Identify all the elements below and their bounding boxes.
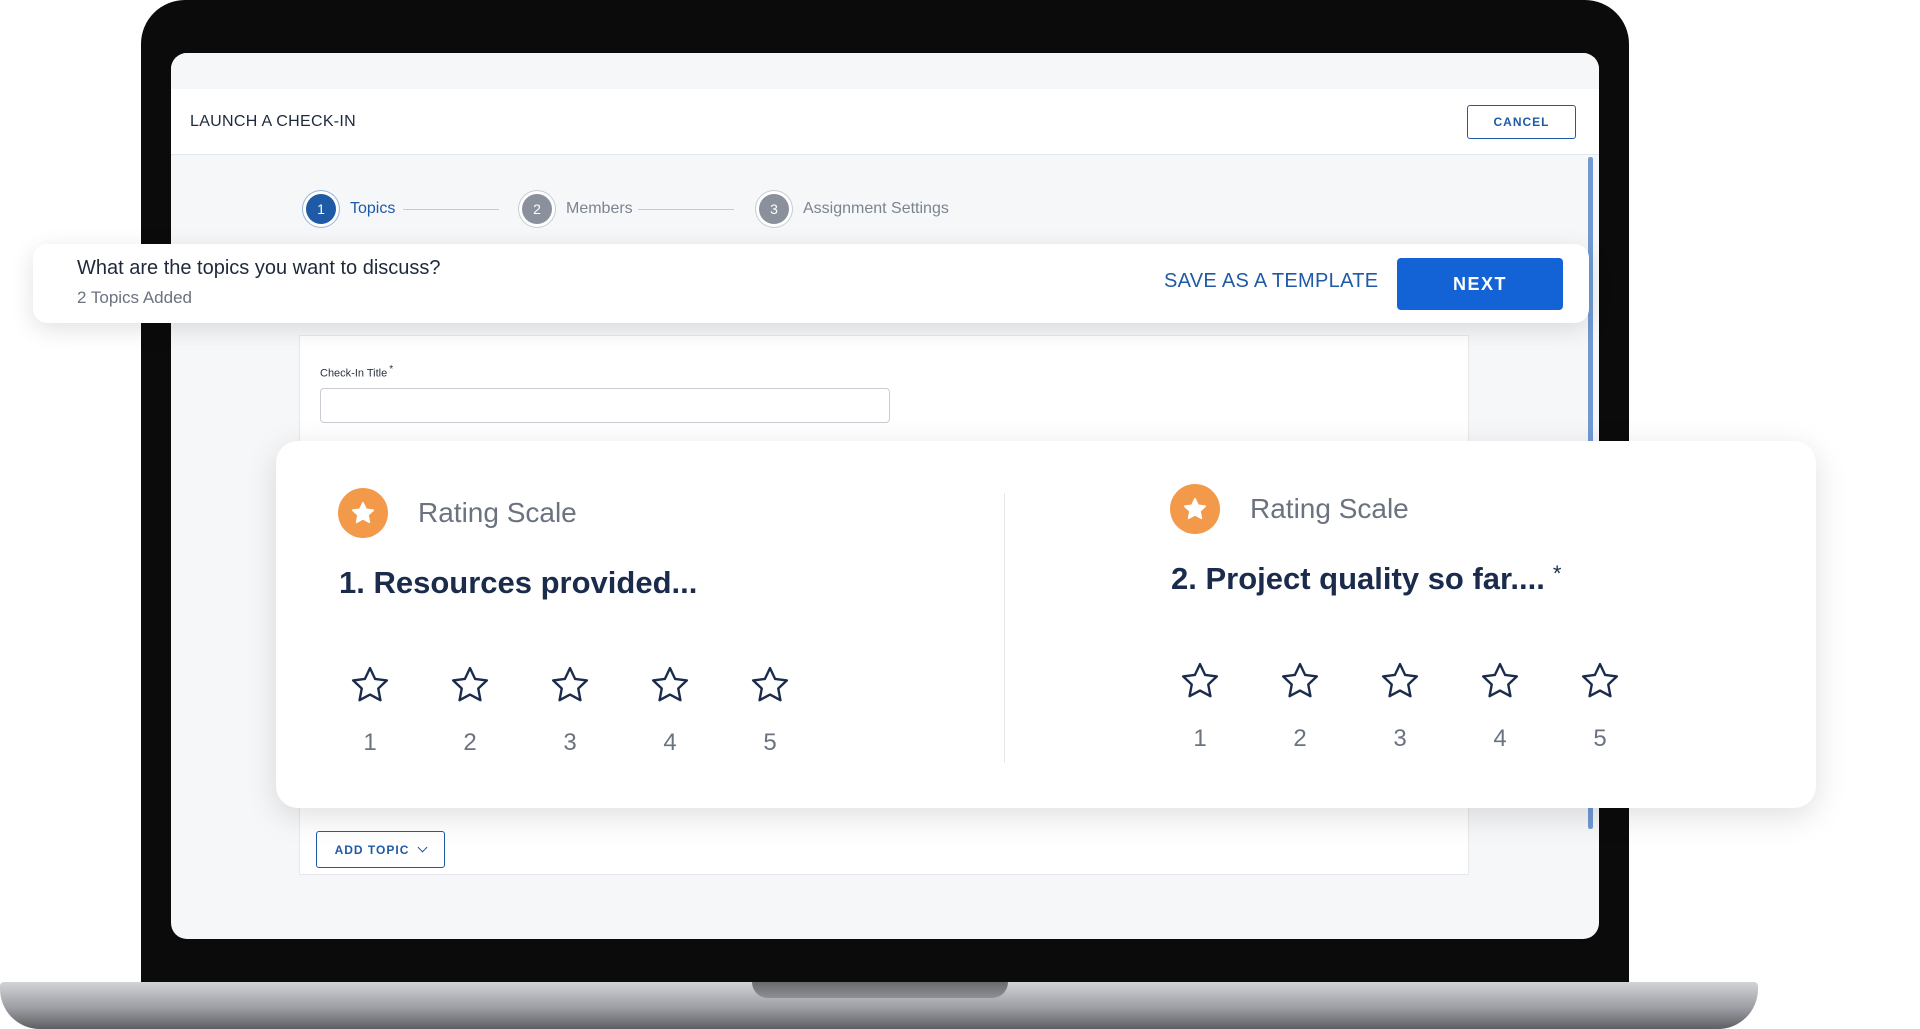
topic-type-label: Rating Scale: [1250, 493, 1409, 524]
rating-number: 3: [1393, 725, 1407, 752]
laptop-notch: [752, 982, 1008, 998]
topic-title-text: 2. Project quality so far....: [1171, 561, 1545, 596]
rating-number: 5: [763, 729, 777, 756]
rating-option-3[interactable]: 3: [1370, 659, 1430, 753]
step-assignment-settings[interactable]: 3 Assignment Settings: [759, 194, 949, 224]
save-as-template-button[interactable]: SAVE AS A TEMPLATE: [1164, 270, 1378, 293]
rating-number: 2: [463, 729, 477, 756]
topic-title-text: 1. Resources provided...: [339, 565, 698, 600]
star-outline-icon: [1281, 662, 1319, 698]
step-label: Assignment Settings: [803, 200, 949, 217]
rating-option-1[interactable]: 1: [340, 663, 400, 757]
panel-divider: [1004, 493, 1005, 763]
page-header: LAUNCH A CHECK-IN CANCEL: [171, 89, 1599, 155]
rating-number: 1: [1193, 725, 1207, 752]
rating-topics-card: Rating Scale 1. Resources provided... 1 …: [276, 441, 1816, 808]
star-outline-icon: [1381, 662, 1419, 698]
topics-action-bar: What are the topics you want to discuss?…: [33, 244, 1589, 323]
topic-title: 2. Project quality so far.... *: [1171, 561, 1561, 597]
star-outline-icon: [751, 666, 789, 702]
topics-count: 2 Topics Added: [77, 288, 192, 307]
rating-number: 1: [363, 729, 377, 756]
rating-option-2[interactable]: 2: [440, 663, 500, 757]
rating-number: 2: [1293, 725, 1307, 752]
rating-number: 4: [663, 729, 677, 756]
rating-option-1[interactable]: 1: [1170, 659, 1230, 753]
required-mark: *: [1552, 561, 1562, 586]
star-outline-icon: [351, 666, 389, 702]
stepper-connector: [638, 209, 734, 210]
add-topic-button[interactable]: ADD TOPIC: [316, 831, 445, 868]
rating-number: 4: [1493, 725, 1507, 752]
rating-number: 3: [563, 729, 577, 756]
star-outline-icon: [1581, 662, 1619, 698]
page-title: LAUNCH A CHECK-IN: [190, 113, 357, 130]
rating-option-5[interactable]: 5: [740, 663, 800, 757]
browser-top-strip: [171, 53, 1599, 89]
stepper-connector: [403, 209, 499, 210]
chevron-down-icon: [417, 842, 428, 853]
step-label: Members: [566, 200, 633, 217]
rating-option-3[interactable]: 3: [540, 663, 600, 757]
checkin-title-label: Check-In Title *: [320, 364, 393, 380]
next-button[interactable]: NEXT: [1397, 258, 1563, 310]
step-number: 3: [759, 194, 789, 224]
step-number: 2: [522, 194, 552, 224]
rating-option-2[interactable]: 2: [1270, 659, 1330, 753]
rating-topic-1: Rating Scale 1. Resources provided... 1 …: [276, 441, 1004, 808]
topics-question: What are the topics you want to discuss?: [77, 257, 441, 279]
rating-option-4[interactable]: 4: [640, 663, 700, 757]
star-outline-icon: [651, 666, 689, 702]
star-outline-icon: [1181, 662, 1219, 698]
star-icon: [1170, 484, 1220, 534]
step-label: Topics: [350, 200, 396, 217]
add-topic-label: ADD TOPIC: [334, 842, 410, 857]
star-outline-icon: [1481, 662, 1519, 698]
rating-option-5[interactable]: 5: [1570, 659, 1630, 753]
step-topics[interactable]: 1 Topics: [306, 194, 395, 224]
star-outline-icon: [451, 666, 489, 702]
star-outline-icon: [551, 666, 589, 702]
step-members[interactable]: 2 Members: [522, 194, 633, 224]
checkin-title-label-text: Check-In Title: [320, 367, 388, 380]
checkin-title-input[interactable]: [320, 388, 890, 423]
topic-title: 1. Resources provided...: [339, 565, 705, 601]
rating-topic-2: Rating Scale 2. Project quality so far..…: [1108, 441, 1808, 808]
cancel-button[interactable]: CANCEL: [1467, 105, 1576, 139]
star-icon: [338, 488, 388, 538]
required-mark: *: [389, 364, 394, 375]
topic-type-label: Rating Scale: [418, 497, 577, 528]
rating-option-4[interactable]: 4: [1470, 659, 1530, 753]
rating-number: 5: [1593, 725, 1607, 752]
step-number: 1: [306, 194, 336, 224]
